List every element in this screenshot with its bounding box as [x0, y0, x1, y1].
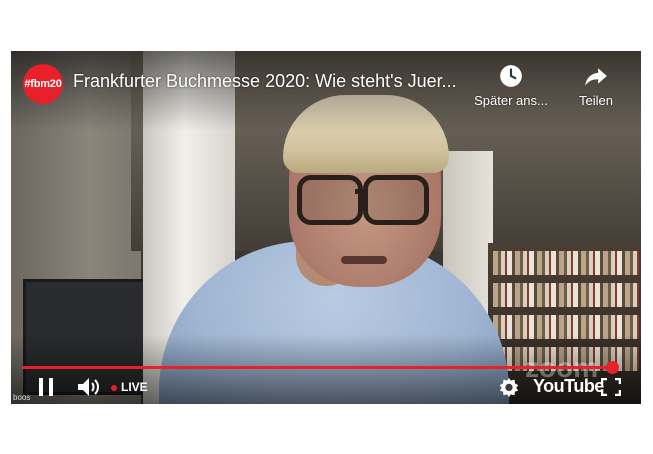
scene-books-row — [493, 251, 639, 275]
watch-later-label: Später ans... — [474, 93, 548, 108]
pause-icon[interactable] — [37, 377, 55, 397]
live-label[interactable]: LIVE — [121, 380, 148, 394]
video-title[interactable]: Frankfurter Buchmesse 2020: Wie steht's … — [73, 71, 458, 92]
fullscreen-icon[interactable] — [601, 378, 621, 396]
watch-later-button[interactable]: Später ans... — [470, 63, 552, 108]
volume-icon[interactable] — [76, 376, 100, 398]
person-mouth — [341, 256, 387, 264]
clock-icon — [500, 65, 522, 87]
progress-bar[interactable] — [22, 366, 612, 369]
person-glasses — [297, 175, 363, 225]
person-glasses-bridge — [355, 189, 367, 194]
video-player[interactable]: #fbm20 Frankfurter Buchmesse 2020: Wie s… — [11, 51, 641, 404]
scene-books-row — [493, 283, 639, 307]
channel-avatar-text: #fbm20 — [24, 78, 62, 90]
gear-icon[interactable] — [498, 376, 520, 398]
youtube-logo[interactable]: YouTube — [533, 376, 604, 397]
progress-scrubber[interactable] — [606, 361, 619, 374]
person-glasses — [363, 175, 429, 225]
participant-name-label: boos — [13, 393, 31, 402]
share-label: Teilen — [579, 93, 613, 108]
share-button[interactable]: Teilen — [568, 63, 624, 108]
channel-avatar[interactable]: #fbm20 — [23, 64, 63, 104]
share-arrow-icon — [585, 68, 607, 86]
live-indicator-dot — [111, 385, 117, 391]
